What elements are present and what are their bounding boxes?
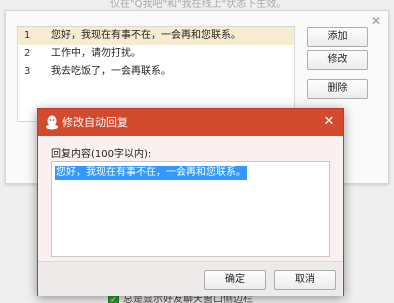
- edit-reply-button[interactable]: 修改: [307, 50, 368, 70]
- reply-number: 3: [24, 66, 31, 77]
- cancel-button[interactable]: 取消: [274, 270, 336, 290]
- qq-penguin-icon: [46, 115, 58, 130]
- reply-number: 1: [24, 30, 31, 41]
- reply-text: 您好，我现在有事不在，一会再和您联系。: [51, 30, 241, 41]
- status-hint-text: 仅在"Q我吧"和"我在线上"状态下生效。: [110, 0, 287, 9]
- reply-list-item[interactable]: 1 您好，我现在有事不在，一会再和您联系。: [18, 27, 294, 45]
- dialog-close-icon[interactable]: ✕: [322, 115, 336, 129]
- panel-close-icon[interactable]: ✕: [370, 15, 382, 27]
- dialog-footer: 确定 取消: [38, 261, 343, 296]
- selected-text: 您好，我现在有事不在，一会再和您联系。: [55, 166, 247, 180]
- edit-auto-reply-dialog: 修改自动回复 ✕ 回复内容(100字以内): 您好，我现在有事不在，一会再和您联…: [37, 108, 344, 296]
- reply-text: 我去吃饭了，一会再联系。: [51, 66, 171, 77]
- add-reply-button[interactable]: 添加: [307, 27, 368, 47]
- ok-button[interactable]: 确定: [204, 270, 266, 290]
- reply-list-item[interactable]: 2 工作中，请勿打扰。: [18, 45, 294, 63]
- dialog-title: 修改自动回复: [62, 116, 128, 129]
- reply-list-item[interactable]: 3 我去吃饭了，一会再联系。: [18, 63, 294, 81]
- reply-content-label: 回复内容(100字以内):: [51, 149, 152, 160]
- dialog-titlebar[interactable]: 修改自动回复 ✕: [38, 109, 343, 136]
- reply-text: 工作中，请勿打扰。: [51, 48, 141, 59]
- delete-reply-button[interactable]: 删除: [307, 79, 368, 99]
- reply-number: 2: [24, 48, 31, 59]
- reply-content-textarea[interactable]: 您好，我现在有事不在，一会再和您联系。: [51, 161, 330, 257]
